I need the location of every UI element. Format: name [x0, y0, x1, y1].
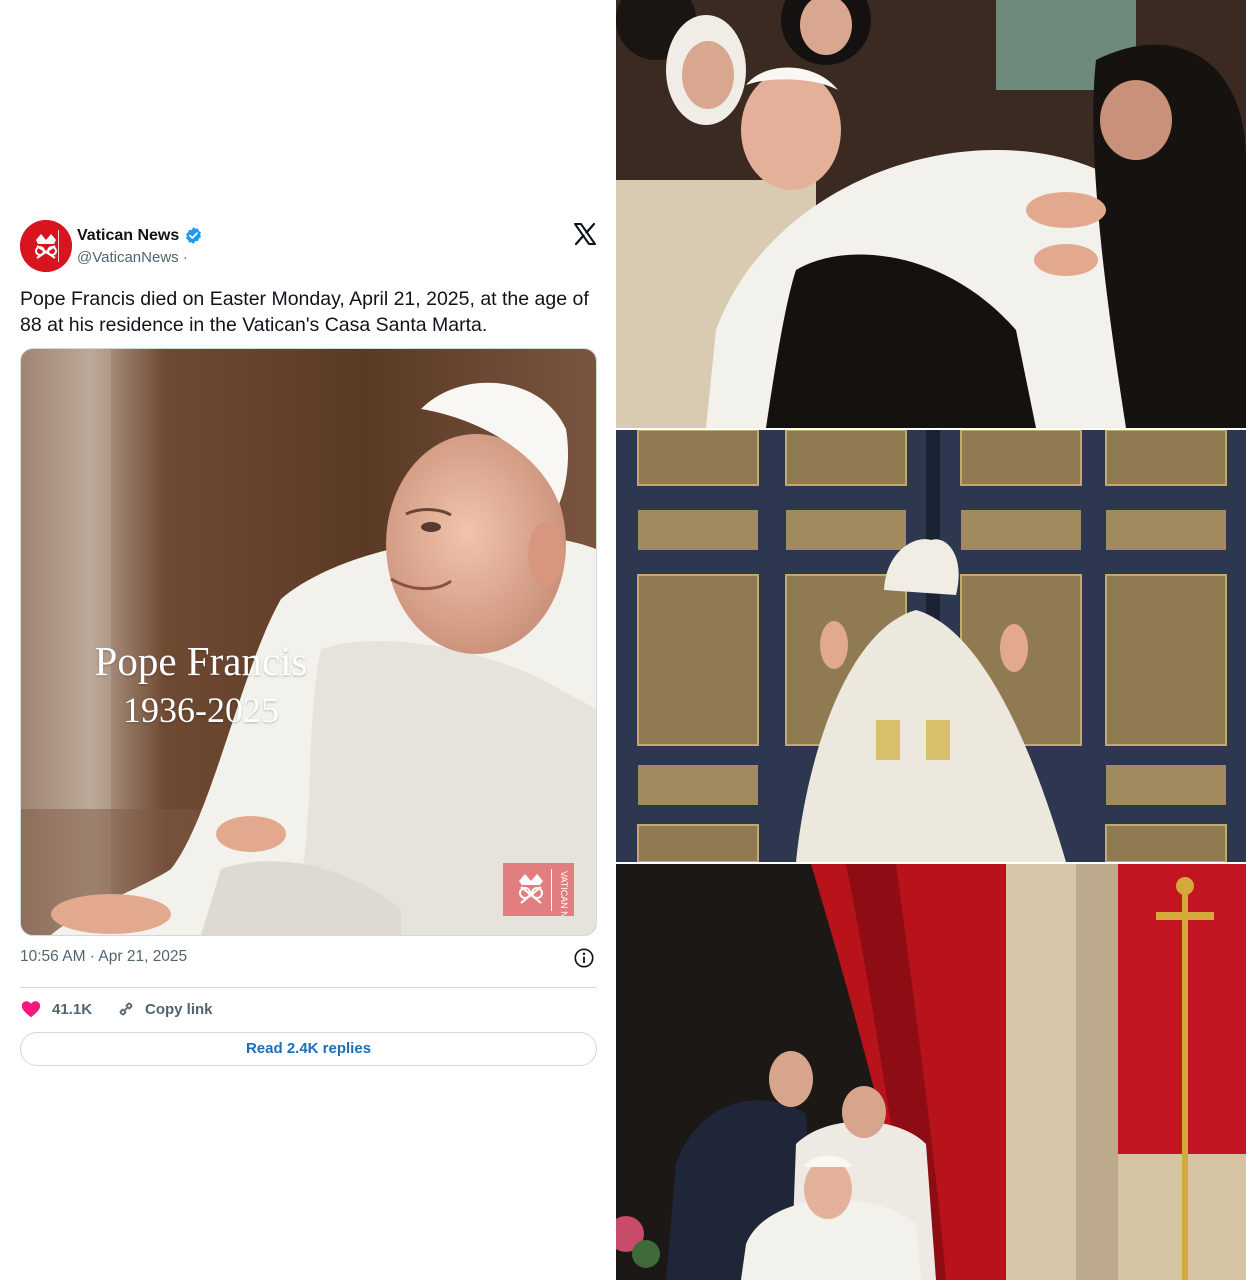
- photo-column: [616, 0, 1246, 1280]
- read-replies-button[interactable]: Read 2.4K replies: [20, 1032, 597, 1066]
- vatican-news-watermark-icon: VATICAN NEWS: [503, 863, 574, 916]
- link-icon: [119, 1002, 133, 1016]
- tweet-embed: Vatican News @VaticanNews · Pope Francis…: [20, 218, 597, 1066]
- like-button[interactable]: 41.1K: [20, 998, 92, 1020]
- user-handle[interactable]: @VaticanNews ·: [77, 249, 188, 266]
- tweet-text: Pope Francis died on Easter Monday, Apri…: [20, 288, 589, 336]
- verified-badge-icon: [186, 227, 202, 244]
- watermark-text: VATICAN NEWS: [559, 871, 569, 916]
- pope-at-balcony-photo: [616, 864, 1246, 1280]
- tweet-meta: 10:56 AM · Apr 21, 2025: [20, 945, 597, 988]
- like-count: 41.1K: [52, 1000, 93, 1018]
- x-logo-icon[interactable]: [573, 222, 597, 246]
- heart-icon: [21, 1001, 41, 1018]
- caption-name: Pope Francis: [94, 638, 308, 684]
- tweet-photo[interactable]: Pope Francis 1936-2025 VATICAN NEWS: [20, 348, 597, 936]
- pope-with-nuns-photo: [616, 0, 1246, 428]
- info-icon[interactable]: [573, 947, 595, 969]
- display-name-text: Vatican News: [77, 226, 180, 244]
- avatar[interactable]: [20, 220, 72, 272]
- display-name[interactable]: Vatican News: [77, 226, 203, 245]
- timestamp[interactable]: 10:56 AM · Apr 21, 2025: [20, 948, 187, 966]
- vatican-logo-icon: [20, 220, 72, 272]
- tweet-actions: 41.1K Copy link: [20, 988, 597, 1030]
- copy-link-button[interactable]: Copy link: [115, 998, 213, 1020]
- tweet-header: Vatican News @VaticanNews ·: [20, 218, 597, 274]
- caption-years: 1936-2025: [123, 690, 279, 730]
- pope-at-holy-door-photo: [616, 430, 1246, 862]
- copy-link-label: Copy link: [145, 1000, 213, 1018]
